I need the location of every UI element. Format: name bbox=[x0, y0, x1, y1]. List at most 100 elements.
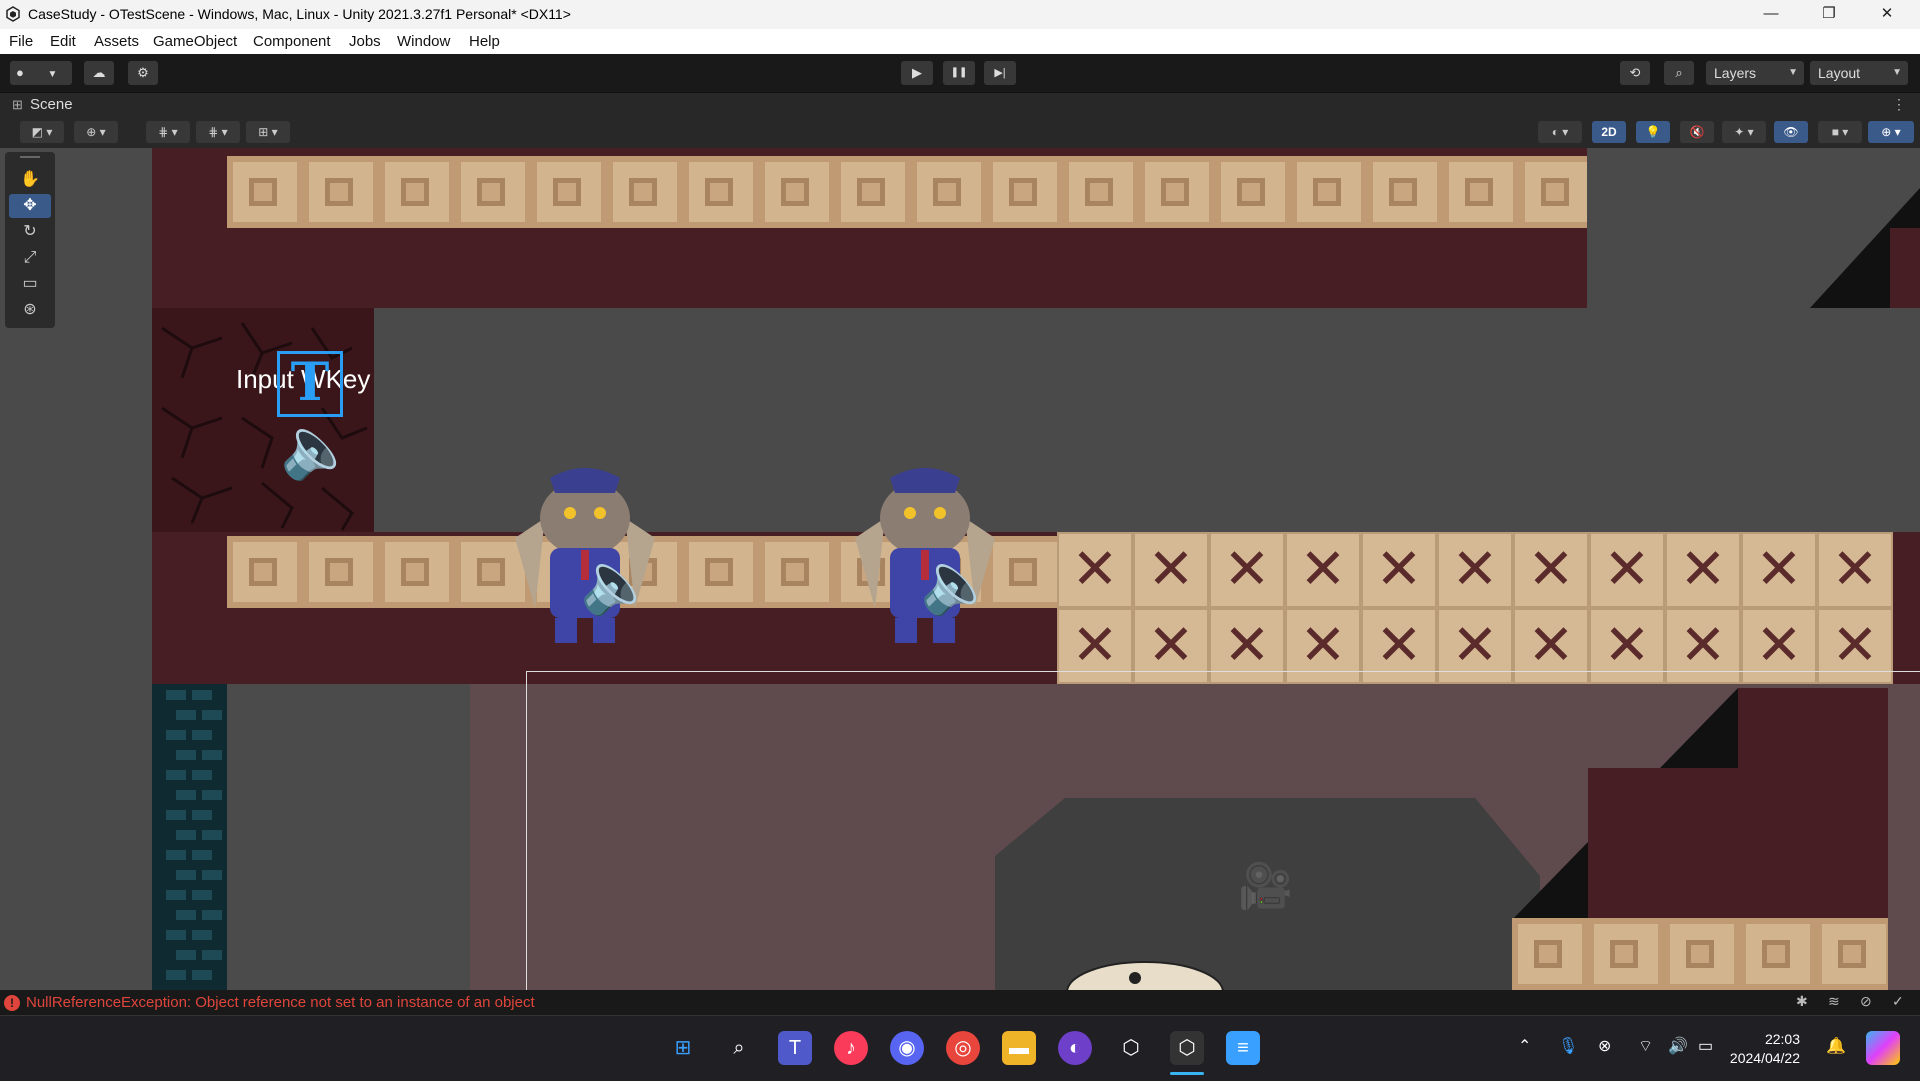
menu-file[interactable]: File bbox=[9, 33, 33, 50]
layers-label: Layers bbox=[1714, 65, 1757, 81]
rect-tool-icon[interactable]: ▭ bbox=[9, 272, 51, 296]
layers-dropdown[interactable]: Layers ▼ bbox=[1706, 61, 1804, 85]
clock-date: 2024/04/22 bbox=[1729, 1050, 1800, 1066]
windows-taskbar: ⊞ ⌕ T ♪ ◉ ◎ ▬ ◐ ⬡ ⬡ ≡ ⌃ 🎙 ⊗ ⌔ 🔊 ▭ 22:03 … bbox=[0, 1015, 1920, 1081]
system-clock[interactable]: 22:03 2024/04/22 bbox=[1730, 1030, 1800, 1068]
menu-edit[interactable]: Edit bbox=[50, 33, 76, 50]
hand-tool-icon[interactable]: ✋ bbox=[9, 168, 51, 192]
menu-help[interactable]: Help bbox=[469, 33, 500, 50]
console-error-message[interactable]: NullReferenceException: Object reference… bbox=[26, 994, 535, 1011]
title-bar: CaseStudy - OTestScene - Windows, Mac, L… bbox=[0, 0, 1920, 29]
window-title: CaseStudy - OTestScene - Windows, Mac, L… bbox=[28, 6, 571, 22]
microphone-icon[interactable]: 🎙 bbox=[1558, 1036, 1578, 1056]
transform-tool-icon[interactable]: ⊛ bbox=[9, 298, 51, 322]
palette-handle[interactable] bbox=[20, 156, 40, 158]
unity-editor-icon[interactable]: ⬡ bbox=[1170, 1031, 1204, 1065]
camera-dropdown[interactable]: ■ ▾ bbox=[1818, 121, 1862, 143]
active-app-indicator bbox=[1170, 1072, 1204, 1075]
collab-icon[interactable]: ⚙ bbox=[128, 61, 158, 85]
shading-mode-dropdown[interactable]: ◐ ▾ bbox=[1538, 121, 1582, 143]
x-circle-icon[interactable]: ⊗ bbox=[1598, 1036, 1611, 1056]
start-icon[interactable]: ⊞ bbox=[666, 1031, 700, 1065]
unity-logo-icon bbox=[6, 6, 20, 22]
search-icon[interactable]: ⌕ bbox=[1664, 61, 1694, 85]
step-button[interactable]: ▶| bbox=[984, 61, 1016, 85]
global-dropdown[interactable]: ⊕ ▾ bbox=[74, 121, 118, 143]
scene-tab-bar: ⊞ Scene ⋮ bbox=[0, 92, 1920, 117]
brick-column bbox=[152, 684, 227, 990]
draw-mode-dropdown[interactable]: ◩ ▾ bbox=[20, 121, 64, 143]
cloud-icon[interactable]: ☁ bbox=[84, 61, 114, 85]
scale-tool-icon[interactable]: ⤢ bbox=[9, 246, 51, 270]
clock-time: 22:03 bbox=[1764, 1031, 1800, 1047]
music-icon[interactable]: ♪ bbox=[834, 1031, 868, 1065]
stair-top-right bbox=[1810, 188, 1920, 308]
main-toolbar: ● ▼ ☁ ⚙ ▶ ❚❚ ▶| ⟲ ⌕ Layers ▼ Layout ▼ bbox=[0, 54, 1920, 92]
breakable-blocks: ✕ ✕ ✕ ✕ ✕ ✕ ✕ ✕ ✕ ✕ ✕ ✕ ✕ ✕ ✕ ✕ ✕ ✕ ✕ ✕ ✕ ✕ bbox=[1057, 532, 1893, 684]
menu-jobs[interactable]: Jobs bbox=[349, 33, 381, 50]
history-icon[interactable]: ⟲ bbox=[1620, 61, 1650, 85]
grid-visibility-dropdown[interactable]: ⋕ ▾ bbox=[196, 121, 240, 143]
github-icon[interactable]: ◐ bbox=[1058, 1031, 1092, 1065]
battery-icon[interactable]: ▭ bbox=[1698, 1036, 1713, 1056]
notepad-icon[interactable]: ≡ bbox=[1226, 1031, 1260, 1065]
account-button[interactable]: ● ▼ bbox=[10, 61, 72, 85]
close-button[interactable]: ✕ bbox=[1864, 0, 1910, 29]
layout-label: Layout bbox=[1818, 65, 1861, 81]
scene-view[interactable]: ✕ ✕ ✕ ✕ ✕ ✕ ✕ ✕ ✕ ✕ ✕ ✕ ✕ ✕ ✕ ✕ ✕ ✕ ✕ ✕ ✕ ✕ bbox=[0, 148, 1920, 990]
chevron-up-icon[interactable]: ⌃ bbox=[1518, 1036, 1531, 1056]
audio-source-icon: 🔈 bbox=[580, 549, 655, 616]
chrome-icon[interactable]: ◎ bbox=[946, 1031, 980, 1065]
scene-toolbar: ◩ ▾ ⊕ ▾ ⋕ ▾ ⋕ ▾ ⊞ ▾ ◐ ▾ 2D 💡 🔇 ✦ ▾ 👁 ■ ▾… bbox=[0, 116, 1920, 149]
ceiling-crates bbox=[227, 156, 1587, 228]
pause-button[interactable]: ❚❚ bbox=[943, 61, 975, 85]
audio-source-icon: 🔈 bbox=[920, 549, 995, 616]
chevron-down-icon: ▼ bbox=[1892, 67, 1902, 78]
menu-assets[interactable]: Assets bbox=[94, 33, 139, 50]
search-icon[interactable]: ⌕ bbox=[722, 1031, 756, 1065]
scene-visibility-icon[interactable]: 👁 bbox=[1774, 121, 1808, 143]
effects-dropdown[interactable]: ✦ ▾ bbox=[1722, 121, 1766, 143]
tab-scene[interactable]: Scene bbox=[30, 96, 73, 113]
file-explorer-icon[interactable]: ▬ bbox=[1002, 1031, 1036, 1065]
cache-icon[interactable]: ≋ bbox=[1828, 993, 1840, 1010]
menu-window[interactable]: Window bbox=[397, 33, 450, 50]
lighting-toggle-icon[interactable]: 💡 bbox=[1636, 121, 1670, 143]
notification-bell-icon[interactable]: 🔔 bbox=[1826, 1036, 1846, 1056]
text-gizmo-icon[interactable]: T bbox=[277, 351, 343, 417]
teams-icon[interactable]: T bbox=[778, 1031, 812, 1065]
wifi-icon[interactable]: ⌔ bbox=[1638, 1036, 1653, 1056]
maximize-button[interactable]: ❐ bbox=[1806, 0, 1852, 29]
move-tool-icon[interactable]: ✥ bbox=[9, 194, 51, 218]
volume-icon[interactable]: 🔊 bbox=[1668, 1036, 1688, 1056]
minimize-button[interactable]: — bbox=[1748, 0, 1794, 29]
increment-snap-dropdown[interactable]: ⊞ ▾ bbox=[246, 121, 290, 143]
tool-palette: ✋ ✥ ↻ ⤢ ▭ ⊛ bbox=[5, 152, 55, 328]
account-icon: ● bbox=[16, 65, 24, 80]
lower-gray-area bbox=[227, 684, 470, 990]
status-bar: ! NullReferenceException: Object referen… bbox=[0, 990, 1920, 1015]
error-icon: ! bbox=[4, 995, 20, 1011]
rotate-tool-icon[interactable]: ↻ bbox=[9, 220, 51, 244]
unity-hub-icon[interactable]: ⬡ bbox=[1114, 1031, 1148, 1065]
grid-icon: ⊞ bbox=[12, 97, 23, 112]
menu-gameobject[interactable]: GameObject bbox=[153, 33, 237, 50]
camera-bounds bbox=[526, 671, 1920, 990]
audio-toggle-icon[interactable]: 🔇 bbox=[1680, 121, 1714, 143]
camera-gizmo-icon[interactable]: 🎥 bbox=[1238, 860, 1293, 912]
layout-dropdown[interactable]: Layout ▼ bbox=[1810, 61, 1908, 85]
debug-icon[interactable]: ✱ bbox=[1796, 993, 1808, 1010]
progress-check-icon[interactable]: ✓ bbox=[1892, 993, 1904, 1010]
copilot-icon[interactable] bbox=[1866, 1031, 1900, 1065]
audio-source-icon: 🔈 bbox=[280, 414, 355, 481]
gizmos-dropdown[interactable]: ⊕ ▾ bbox=[1868, 121, 1914, 143]
grid-snapping-dropdown[interactable]: ⋕ ▾ bbox=[146, 121, 190, 143]
chevron-down-icon: ▼ bbox=[1788, 67, 1798, 78]
discord-icon[interactable]: ◉ bbox=[890, 1031, 924, 1065]
menu-component[interactable]: Component bbox=[253, 33, 331, 50]
menu-bar: File Edit Assets GameObject Component Jo… bbox=[0, 29, 1920, 54]
auto-generate-lighting-icon[interactable]: ⊘ bbox=[1860, 993, 1872, 1010]
play-button[interactable]: ▶ bbox=[901, 61, 933, 85]
toggle-2d-button[interactable]: 2D bbox=[1592, 121, 1626, 143]
more-options-icon[interactable]: ⋮ bbox=[1892, 96, 1906, 113]
